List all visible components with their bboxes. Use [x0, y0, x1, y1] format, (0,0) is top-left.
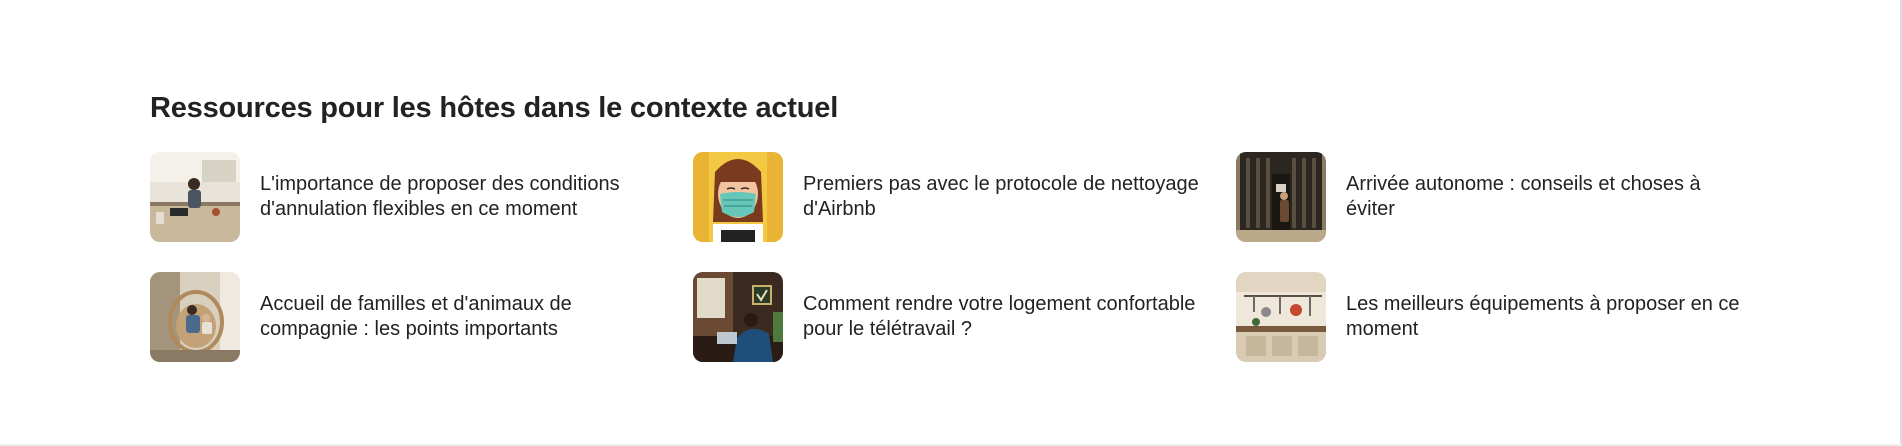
article-thumbnail — [150, 152, 240, 242]
woman-wearing-mask-image — [693, 152, 783, 242]
host-resources-section: Ressources pour les hôtes dans le contex… — [150, 86, 1790, 362]
section-title: Ressources pour les hôtes dans le contex… — [150, 92, 839, 124]
article-card[interactable]: L'importance de proposer des conditions … — [150, 152, 693, 242]
article-thumbnail — [1236, 272, 1326, 362]
page: Ressources pour les hôtes dans le contex… — [0, 0, 1902, 446]
kitchen-with-hanging-utensils-image — [1236, 272, 1326, 362]
article-card[interactable]: Accueil de familles et d'animaux de comp… — [150, 272, 693, 362]
article-card[interactable]: Premiers pas avec le protocole de nettoy… — [693, 152, 1236, 242]
article-title: Comment rendre votre logement confortabl… — [803, 293, 1196, 340]
person-at-front-door-image — [1236, 152, 1326, 242]
article-title: L'importance de proposer des conditions … — [260, 173, 620, 220]
article-thumbnail — [1236, 152, 1326, 242]
article-title: Premiers pas avec le protocole de nettoy… — [803, 173, 1199, 220]
article-thumbnail — [693, 272, 783, 362]
articles-grid: L'importance de proposer des conditions … — [150, 152, 1790, 362]
article-card[interactable]: Arrivée autonome : conseils et choses à … — [1236, 152, 1779, 242]
article-title: Arrivée autonome : conseils et choses à … — [1346, 173, 1701, 220]
article-thumbnail — [150, 272, 240, 362]
article-title: Accueil de familles et d'animaux de comp… — [260, 293, 572, 340]
family-in-hanging-chair-image — [150, 272, 240, 362]
article-card[interactable]: Comment rendre votre logement confortabl… — [693, 272, 1236, 362]
woman-in-kitchen-image — [150, 152, 240, 242]
article-thumbnail — [693, 152, 783, 242]
person-working-at-desk-image — [693, 272, 783, 362]
article-title: Les meilleurs équipements à proposer en … — [1346, 293, 1740, 340]
article-card[interactable]: Les meilleurs équipements à proposer en … — [1236, 272, 1779, 362]
